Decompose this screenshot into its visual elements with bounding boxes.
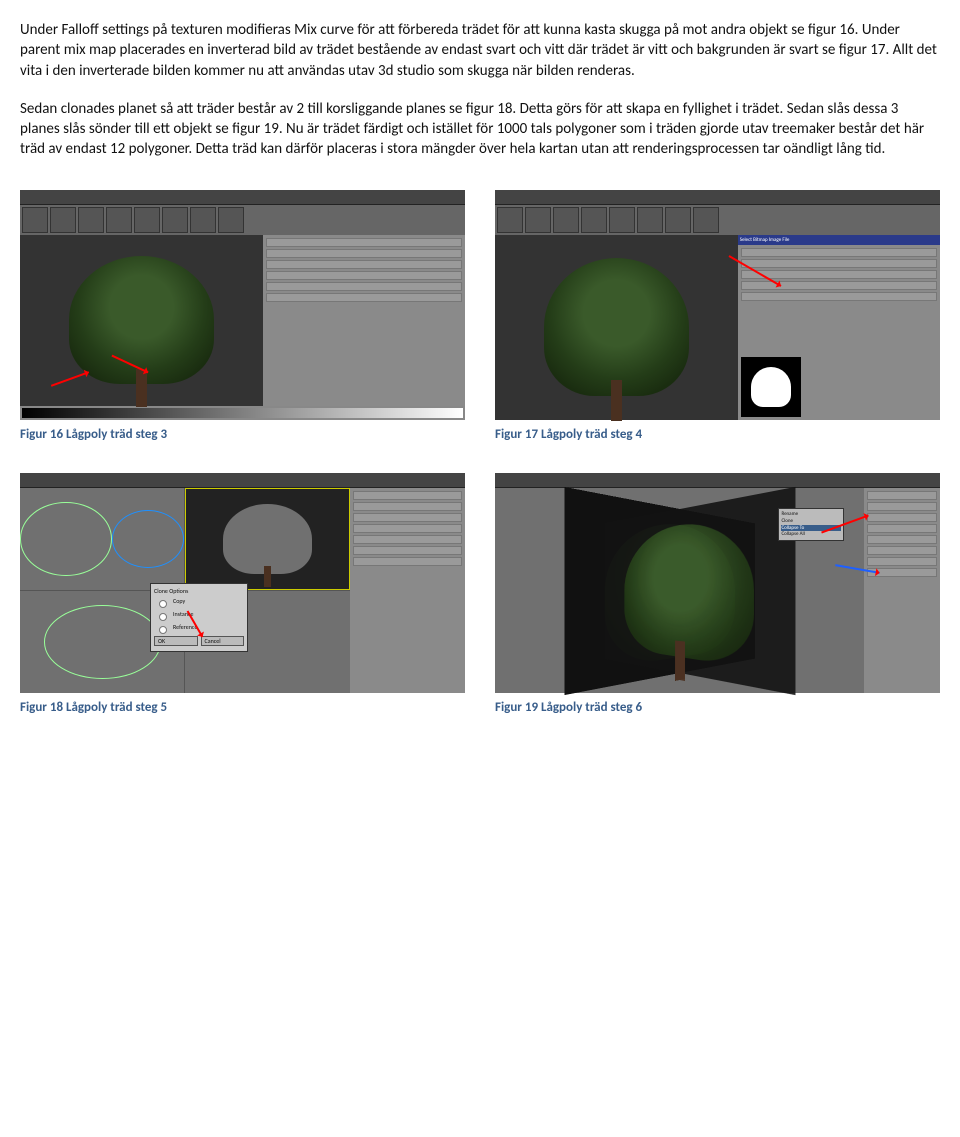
copy-radio[interactable]: [159, 600, 167, 608]
parameter-rows: [263, 235, 465, 406]
figure-17: Select Bitmap Image File Figur 17 Lågpol…: [495, 190, 940, 444]
figure-16-image: [20, 190, 465, 420]
viewport-perspective: Rename Clone Collapse To Collapse All: [495, 488, 864, 693]
body-paragraph-2: Sedan clonades planet så att träder best…: [20, 99, 940, 160]
preview-viewport: [20, 235, 263, 406]
panel-buttons: [350, 488, 465, 693]
menu-item[interactable]: Rename: [781, 511, 841, 518]
editor-panels: Select Bitmap Image File: [495, 235, 940, 420]
material-slot: [497, 207, 523, 233]
figure-row-1: Figur 16 Lågpoly träd steg 3 Select Bitm…: [20, 190, 940, 444]
clone-option-row: Instance: [154, 610, 244, 621]
figure-19-caption: Figur 19 Lågpoly träd steg 6: [495, 699, 940, 717]
context-menu: Rename Clone Collapse To Collapse All: [778, 508, 844, 541]
figure-18-caption: Figur 18 Lågpoly träd steg 5: [20, 699, 465, 717]
copy-label: Copy: [173, 597, 244, 608]
material-slot: [50, 207, 76, 233]
dialog-title: Clone Options: [154, 587, 244, 595]
bitmap-side-panel: Select Bitmap Image File: [738, 235, 940, 420]
figure-16-caption: Figur 16 Lågpoly träd steg 3: [20, 426, 465, 444]
material-slot: [581, 207, 607, 233]
material-slot: [637, 207, 663, 233]
material-slot: [190, 207, 216, 233]
viewport-top: [20, 488, 184, 590]
figure-17-caption: Figur 17 Lågpoly träd steg 4: [495, 426, 940, 444]
figure-row-2: Clone Options Copy Instance Reference OK…: [20, 473, 940, 717]
preview-viewport: [495, 235, 738, 420]
editor-panels: [20, 235, 465, 406]
material-slot: [218, 207, 244, 233]
figure-17-image: Select Bitmap Image File: [495, 190, 940, 420]
command-panel: [864, 488, 940, 693]
menu-item[interactable]: Collapse All: [781, 531, 841, 538]
material-slot: [553, 207, 579, 233]
viewport-panels: Rename Clone Collapse To Collapse All: [495, 488, 940, 693]
viewport-perspective: [185, 488, 349, 590]
material-slot: [162, 207, 188, 233]
figure-18: Clone Options Copy Instance Reference OK…: [20, 473, 465, 717]
material-slots: [20, 205, 465, 235]
app-toolbar: [20, 473, 465, 488]
clone-option-row: Copy: [154, 597, 244, 608]
gizmo-circle: [20, 502, 112, 575]
material-slot: [106, 207, 132, 233]
material-slot: [78, 207, 104, 233]
file-list: [738, 245, 940, 353]
tree-preview: [69, 256, 215, 384]
material-slot: [665, 207, 691, 233]
gizmo-circle: [44, 605, 161, 678]
tree-object: [223, 504, 312, 574]
mix-curve-gradient: [22, 408, 463, 418]
clone-options-dialog: Clone Options Copy Instance Reference OK…: [150, 583, 248, 652]
material-slots: [495, 205, 940, 235]
modifier-stack: [864, 488, 940, 693]
figure-19-image: Rename Clone Collapse To Collapse All: [495, 473, 940, 693]
material-slot: [134, 207, 160, 233]
tree-preview: [544, 258, 690, 397]
instance-label: Instance: [173, 610, 244, 621]
gizmo-circle: [112, 510, 185, 568]
material-slot: [525, 207, 551, 233]
material-slot: [609, 207, 635, 233]
reference-label: Reference: [173, 623, 244, 634]
crossed-planes: [569, 509, 791, 673]
ok-button[interactable]: OK: [154, 636, 198, 646]
menu-item[interactable]: Clone: [781, 518, 841, 525]
inverted-tree-preview: [741, 357, 801, 417]
dialog-title-bar: Select Bitmap Image File: [738, 235, 940, 246]
app-toolbar: [20, 190, 465, 205]
tree-texture: [624, 514, 754, 668]
body-paragraph-1: Under Falloff settings på texturen modif…: [20, 20, 940, 81]
material-slot: [693, 207, 719, 233]
bitmap-preview-row: [738, 354, 940, 420]
command-panel: [350, 488, 465, 693]
falloff-side-panel: [263, 235, 465, 406]
plane-2: [605, 486, 795, 694]
material-slot: [22, 207, 48, 233]
reference-radio[interactable]: [159, 626, 167, 634]
app-toolbar: [495, 473, 940, 488]
instance-radio[interactable]: [159, 613, 167, 621]
figure-18-image: Clone Options Copy Instance Reference OK…: [20, 473, 465, 693]
figure-19: Rename Clone Collapse To Collapse All Fi…: [495, 473, 940, 717]
figure-16: Figur 16 Lågpoly träd steg 3: [20, 190, 465, 444]
app-toolbar: [495, 190, 940, 205]
